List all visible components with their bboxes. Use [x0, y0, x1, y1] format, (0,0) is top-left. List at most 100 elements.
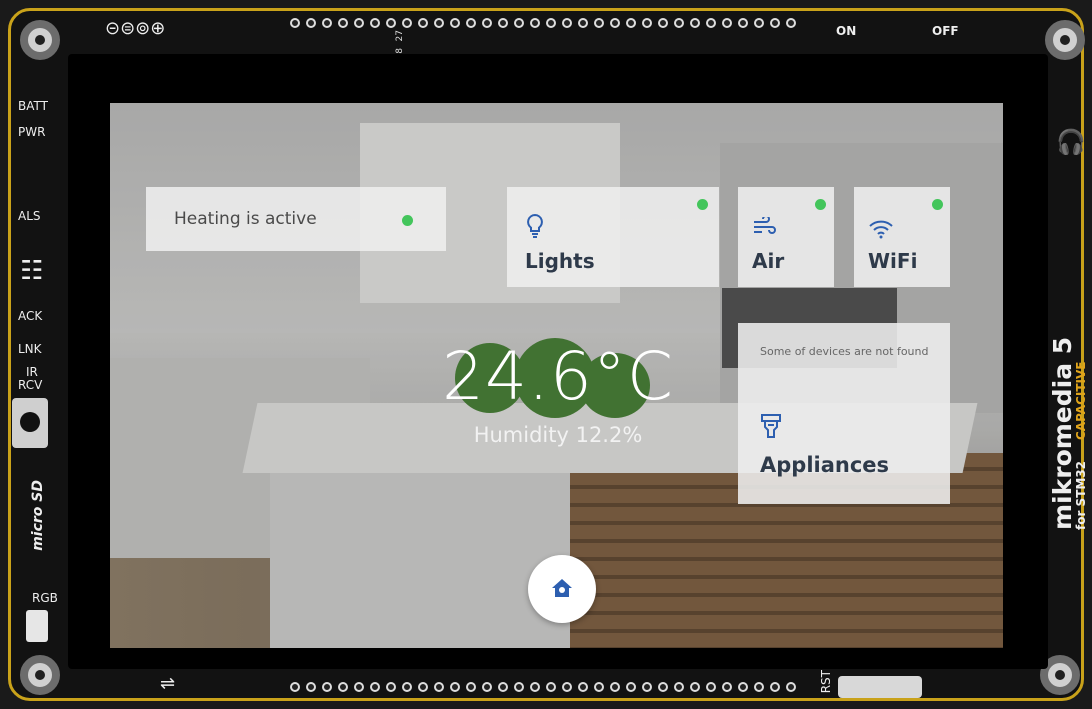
pin [690, 682, 700, 692]
header-symbols: ⊝⊜⊚⊕ [105, 18, 166, 39]
pin [466, 682, 476, 692]
heating-status-text: Heating is active [174, 209, 317, 229]
batt-label: BATT [18, 99, 48, 113]
pin [482, 18, 492, 28]
pin [642, 682, 652, 692]
ir-receiver [12, 398, 48, 448]
temperature-readout: 24.6°C [441, 338, 675, 415]
heating-status-dot [402, 215, 413, 226]
pin [594, 18, 604, 28]
switch-off-label: OFF [932, 24, 959, 38]
touch-screen: Heating is active Lights Air WiFi Some o… [110, 103, 1003, 648]
pin [434, 18, 444, 28]
rgb-led [26, 610, 48, 642]
lnk-label: LNK [18, 342, 42, 356]
humidity-readout: Humidity 12.2% [473, 423, 643, 447]
ethernet-icon: ☷ [20, 256, 44, 286]
pin [354, 18, 364, 28]
pin [354, 682, 364, 692]
mounting-hole [1045, 20, 1085, 60]
pin [754, 682, 764, 692]
pin [306, 18, 316, 28]
wifi-tile[interactable]: WiFi [854, 187, 950, 287]
appliances-label: Appliances [760, 453, 890, 477]
pin [562, 682, 572, 692]
pin [594, 682, 604, 692]
air-tile[interactable]: Air [738, 187, 834, 287]
ack-label: ACK [18, 309, 43, 323]
rgb-label: RGB [32, 591, 58, 605]
usb-icon: ⇌ [160, 673, 176, 694]
pin [530, 18, 540, 28]
brand-subtitle-a: for STM32 [1074, 460, 1088, 530]
pwr-label: PWR [18, 125, 46, 139]
pin [402, 18, 412, 28]
pin [306, 682, 316, 692]
pin [754, 18, 764, 28]
appliance-icon [760, 413, 782, 444]
pin [386, 18, 396, 28]
pin [770, 18, 780, 28]
pin [450, 682, 460, 692]
lights-label: Lights [525, 249, 595, 273]
air-status-dot [815, 199, 826, 210]
pin [514, 18, 524, 28]
pin [706, 18, 716, 28]
pin [322, 18, 332, 28]
rst-label: RST [819, 670, 833, 694]
pin [386, 682, 396, 692]
pin [562, 18, 572, 28]
ir-label: IR [26, 365, 38, 379]
wifi-label: WiFi [868, 249, 918, 273]
pin [434, 682, 444, 692]
wifi-status-dot [932, 199, 943, 210]
pin [738, 18, 748, 28]
mounting-hole [20, 655, 60, 695]
pin [450, 18, 460, 28]
microsd-label: micro SD [30, 480, 46, 551]
home-button[interactable] [528, 555, 596, 623]
pin [418, 682, 428, 692]
switch-on-label: ON [836, 24, 857, 38]
brand-logo: mikromedia 5 [1048, 336, 1077, 530]
pin [498, 18, 508, 28]
lights-tile[interactable]: Lights [507, 187, 719, 287]
air-label: Air [752, 249, 785, 273]
appliances-tile[interactable]: Some of devices are not found Appliances [738, 323, 950, 504]
pin [418, 18, 428, 28]
pin [338, 18, 348, 28]
pin [722, 682, 732, 692]
bottom-header-pins [290, 682, 796, 692]
reset-button[interactable] [838, 676, 922, 698]
lights-status-dot [697, 199, 708, 210]
pin [658, 18, 668, 28]
pin [546, 682, 556, 692]
als-label: ALS [18, 209, 41, 223]
lightbulb-icon [525, 213, 545, 244]
home-icon [551, 578, 573, 603]
pin [290, 18, 300, 28]
mounting-hole [20, 20, 60, 60]
pin [658, 682, 668, 692]
headphone-icon: 🎧 [1056, 128, 1086, 156]
pin [674, 682, 684, 692]
heating-status-card: Heating is active [146, 187, 446, 251]
pin [786, 18, 796, 28]
pin-number: 27 [395, 30, 405, 42]
pin [498, 682, 508, 692]
pin [610, 682, 620, 692]
top-header-pins [290, 18, 796, 28]
pin [626, 18, 636, 28]
pin [738, 682, 748, 692]
pin [338, 682, 348, 692]
appliances-note: Some of devices are not found [760, 345, 929, 358]
pin [466, 18, 476, 28]
fan-icon [752, 215, 776, 242]
pin [706, 682, 716, 692]
wifi-icon [868, 219, 894, 244]
pin [402, 682, 412, 692]
pin [578, 18, 588, 28]
pin [370, 18, 380, 28]
pin [690, 18, 700, 28]
pin [290, 682, 300, 692]
